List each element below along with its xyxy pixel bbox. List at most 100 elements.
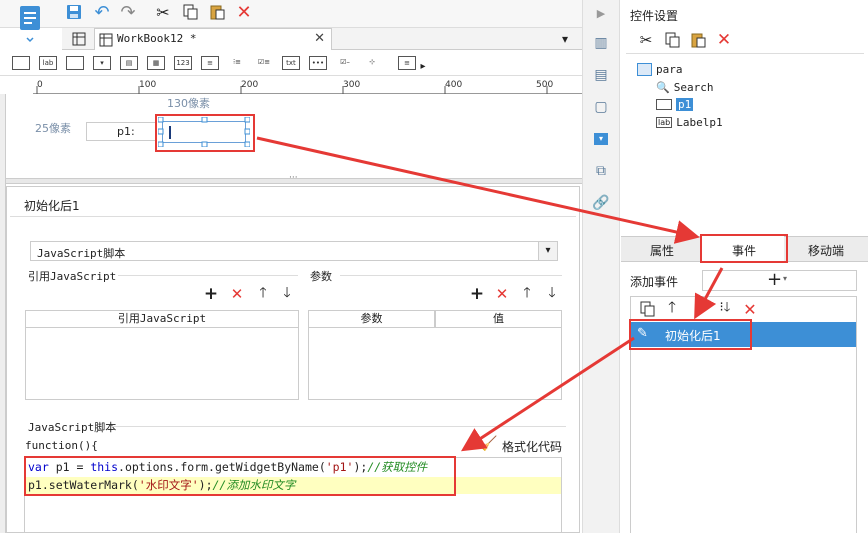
widget-settings-icon[interactable]: ▾ — [588, 128, 614, 150]
paste-icon[interactable] — [208, 3, 226, 21]
script-type-select[interactable]: JavaScript脚本 ▾ — [30, 241, 558, 261]
date-widget-icon[interactable]: ▤ — [120, 56, 138, 70]
calendar-widget-icon[interactable]: ▦ — [147, 56, 165, 70]
dropdown-caret-icon: ▾ — [783, 274, 788, 283]
event-delete-icon[interactable]: ✕ — [742, 300, 758, 319]
param-section-line — [340, 275, 562, 276]
value-col-header: 值 — [435, 310, 562, 328]
format-code-label: 格式化代码 — [502, 440, 563, 454]
tree-item-search[interactable]: 🔍 Search — [656, 81, 713, 94]
tab-mobile[interactable]: 移动端 — [808, 242, 844, 259]
rp-divider — [626, 53, 864, 54]
rp-copy-icon[interactable] — [664, 31, 680, 49]
delete-icon[interactable]: ✕ — [235, 2, 253, 23]
textbox-icon — [656, 99, 672, 110]
password-widget-icon[interactable]: ••• — [309, 56, 327, 70]
button-widget-icon[interactable] — [66, 56, 84, 70]
script-section-label: JavaScript脚本 — [28, 421, 117, 434]
height-label: 25像素 — [35, 122, 71, 135]
event-sort-icon[interactable]: ⁝🡓 — [716, 300, 734, 318]
label-widget-icon[interactable]: lab — [39, 56, 57, 70]
add-event-button[interactable]: + ▾ — [702, 269, 857, 291]
chevron-down-icon: ▾ — [538, 242, 557, 260]
textbox-widget-icon[interactable] — [12, 56, 30, 70]
broom-icon: 🧹 — [480, 436, 498, 452]
rp-cut-icon[interactable]: ✂ — [638, 31, 654, 49]
checkbox-single-icon[interactable]: ☑– — [336, 56, 354, 70]
tree-search-label: Search — [673, 81, 714, 94]
ref-down-icon[interactable]: 🡓 — [280, 285, 294, 302]
ref-col-header: 引用JavaScript — [25, 310, 299, 328]
param-down-icon[interactable]: 🡓 — [545, 285, 559, 302]
right-panel-title: 控件设置 — [630, 9, 679, 23]
param-col-header: 参数 — [308, 310, 435, 328]
frame-icon[interactable]: ▢ — [588, 96, 614, 118]
form-icon — [637, 63, 652, 76]
tree-item-label[interactable]: lab Labelp1 — [656, 116, 723, 129]
tab-attr[interactable]: 属性 — [650, 242, 674, 259]
layout-icon[interactable]: ▥ — [588, 32, 614, 54]
redo-icon[interactable]: ↷ — [119, 2, 137, 23]
textarea-widget-icon[interactable]: ≡ — [201, 56, 219, 70]
event-down-icon[interactable]: 🡓 — [690, 298, 706, 318]
ruler-marks — [36, 86, 548, 94]
highlight-widget — [155, 114, 255, 152]
app-logo-icon[interactable] — [14, 4, 46, 44]
event-up-icon[interactable]: 🡑 — [664, 298, 680, 318]
tree-root[interactable]: para — [637, 63, 683, 76]
label-icon: lab — [656, 117, 673, 128]
undo-icon[interactable]: ↶ — [93, 2, 111, 23]
add-event-label: 添加事件 — [630, 275, 679, 289]
rp-paste-icon[interactable] — [690, 31, 706, 49]
rp-delete-icon[interactable]: ✕ — [716, 30, 732, 50]
link-icon[interactable]: 🔗 — [588, 192, 614, 214]
param-section-label: 参数 — [310, 270, 332, 283]
tab-menu-icon[interactable]: ▾ — [556, 30, 574, 48]
splitter-grip-icon: ··· — [289, 173, 298, 183]
ref-section-line — [118, 275, 298, 276]
top-toolbar — [0, 0, 582, 28]
param-add-icon[interactable]: + — [470, 284, 484, 304]
text-widget-icon[interactable]: txt — [282, 56, 300, 70]
close-tab-icon[interactable]: ✕ — [314, 31, 325, 46]
splitter[interactable]: ··· — [6, 173, 582, 184]
tree-p1-label: p1 — [676, 98, 694, 111]
panel-title-divider — [10, 216, 576, 217]
param-up-icon[interactable]: 🡑 — [520, 285, 534, 302]
ref-section-label: 引用JavaScript — [28, 270, 117, 283]
stack-icon[interactable]: ⧉ — [588, 160, 614, 182]
tab-workbook[interactable]: WorkBook12 * ✕ — [94, 28, 332, 50]
collapse-arrow-icon[interactable]: ▶ — [588, 2, 614, 24]
width-label: 130像素 — [167, 97, 210, 110]
search-icon: 🔍 — [656, 81, 670, 94]
param-label-widget[interactable]: p1: — [86, 122, 156, 141]
param-delete-icon[interactable]: ✕ — [495, 285, 509, 303]
highlight-event-item — [629, 319, 752, 350]
format-code-button[interactable]: 🧹 格式化代码 — [480, 436, 566, 454]
tree-item-p1[interactable]: p1 — [656, 98, 694, 111]
function-header: function(){ — [25, 439, 98, 452]
number-widget-icon[interactable]: 123 — [174, 56, 192, 70]
widget-library-icon[interactable]: ▤ — [588, 64, 614, 86]
panel-title: 初始化后1 — [24, 199, 80, 213]
combobox-widget-icon[interactable]: ▾ — [93, 56, 111, 70]
highlight-code — [24, 456, 456, 496]
plus-icon: + — [767, 269, 783, 290]
more-widgets-icon[interactable]: ▸ — [414, 57, 432, 75]
cut-icon[interactable]: ✂ — [154, 3, 172, 22]
workbook-icon — [99, 33, 113, 50]
checkbox-widget-icon[interactable]: ☑≡ — [255, 56, 273, 70]
ref-up-icon[interactable]: 🡑 — [256, 285, 270, 302]
event-copy-icon[interactable] — [639, 300, 655, 318]
script-section-line — [112, 426, 566, 427]
script-type-value: JavaScript脚本 — [37, 247, 126, 260]
save-icon[interactable] — [65, 3, 83, 21]
copy-icon[interactable] — [181, 3, 199, 21]
tree-label-label: Labelp1 — [676, 116, 723, 129]
ref-delete-icon[interactable]: ✕ — [230, 285, 244, 303]
ref-add-icon[interactable]: + — [204, 284, 218, 304]
param-label: p1: — [117, 125, 135, 138]
grid-icon[interactable] — [70, 30, 88, 48]
radio-widget-icon[interactable]: ⁝≡ — [228, 56, 246, 70]
tree-widget-icon[interactable]: ⊹ — [363, 56, 381, 70]
